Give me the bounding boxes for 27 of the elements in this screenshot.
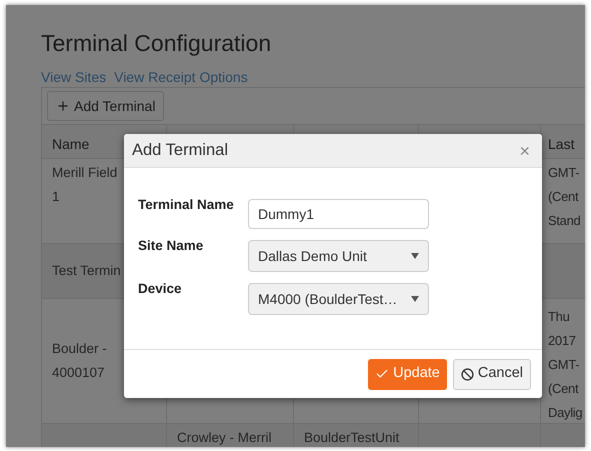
dropdown-arrow-icon xyxy=(411,296,419,302)
cancel-button[interactable]: Cancel xyxy=(452,358,531,390)
nav-link[interactable]: View Sites xyxy=(41,68,106,86)
add-terminal-button[interactable]: Add Terminal xyxy=(47,91,164,121)
close-button[interactable]: × xyxy=(519,142,530,160)
table-cell-text: Boulder - 4000107 xyxy=(52,340,107,382)
field-label: Terminal Name xyxy=(138,196,235,214)
table-cell-text: GMT- (Cent Stand xyxy=(548,164,580,230)
dropdown-arrow-icon xyxy=(411,253,419,259)
field-label: Site Name xyxy=(138,237,204,255)
table-cell-text: Crowley - Merril xyxy=(177,429,272,447)
terminal-name-input[interactable]: Dummy1 xyxy=(248,199,429,229)
dialog-title: Add Terminal xyxy=(132,140,228,162)
update-button[interactable]: Update xyxy=(368,358,447,390)
table-cell-text: Thu 2017 GMT- (Cent Daylig xyxy=(548,308,582,422)
table-cell-text: Test Termin xyxy=(52,262,121,280)
cancel-icon xyxy=(460,368,474,380)
field-label: Device xyxy=(138,280,183,298)
select-dropdown[interactable]: Dallas Demo Unit xyxy=(248,240,429,272)
page-title: Terminal Configuration xyxy=(41,29,272,58)
select-dropdown[interactable]: M4000 (BoulderTest… xyxy=(248,283,429,315)
table-cell-text: Merill Field 1 xyxy=(52,164,118,206)
column-header: Last xyxy=(548,136,574,152)
table-cell-text: BoulderTestUnit xyxy=(304,429,400,447)
nav-link[interactable]: View Receipt Options xyxy=(114,68,248,86)
column-header: Name xyxy=(52,136,90,152)
plus-icon xyxy=(56,99,70,113)
